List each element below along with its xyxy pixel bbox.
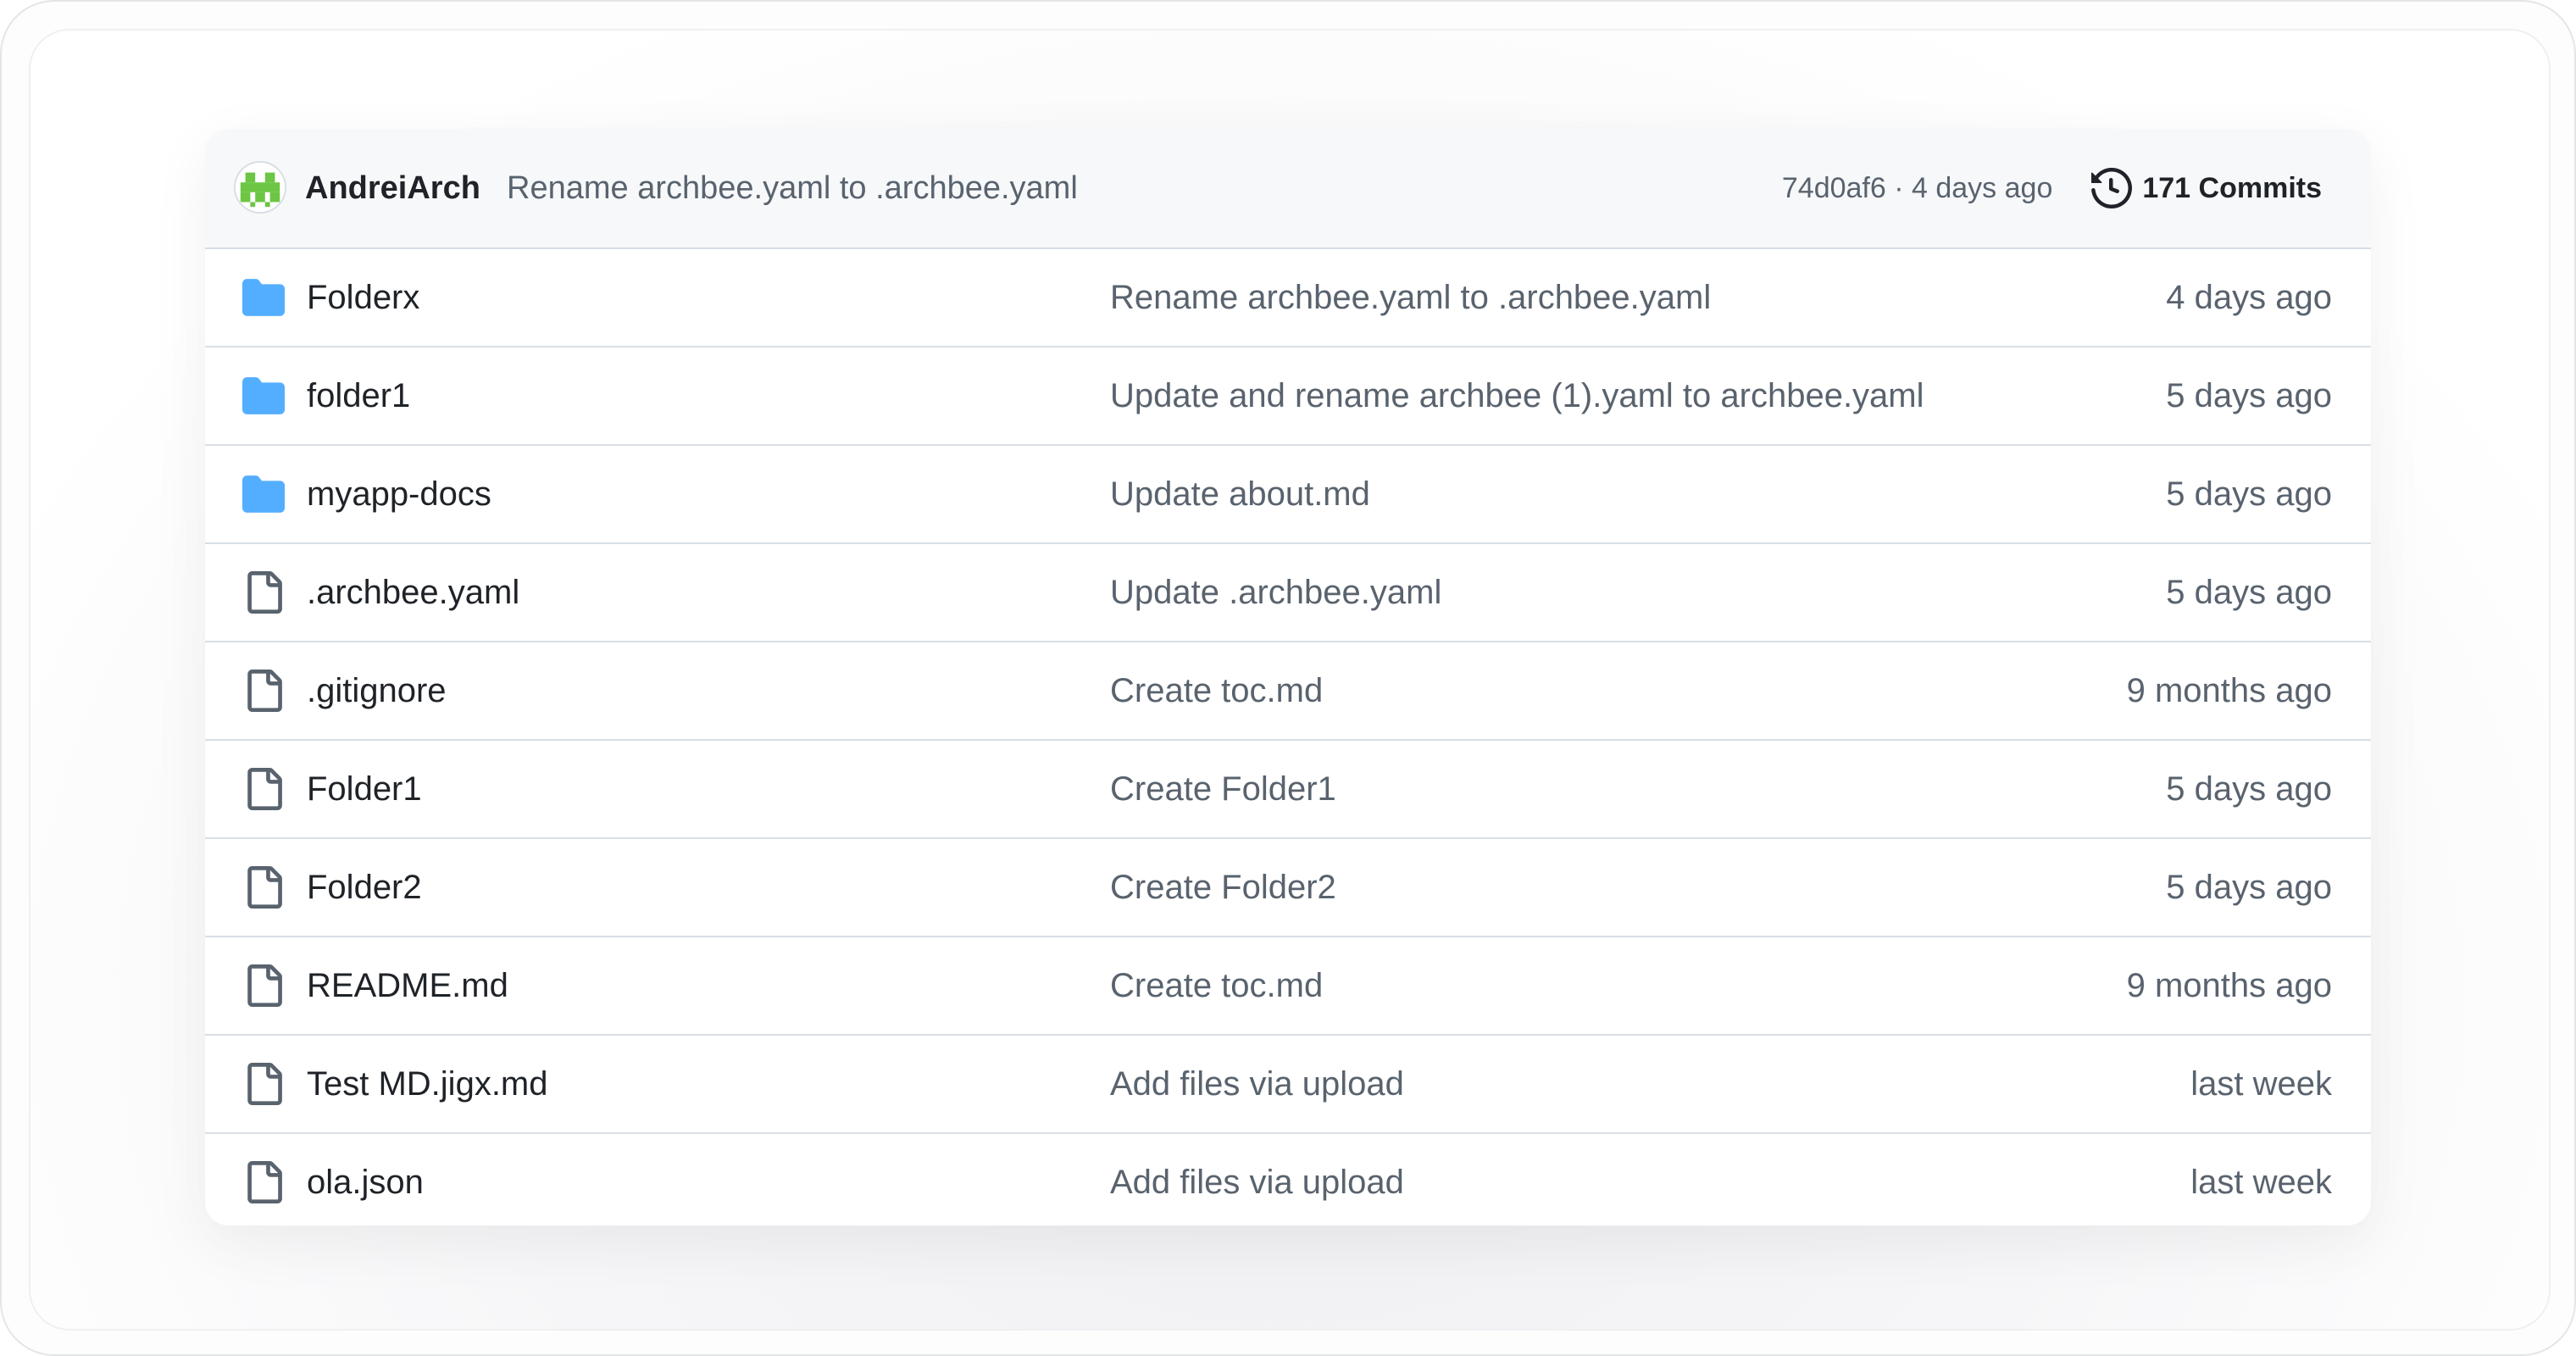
file-row[interactable]: folder1 Update and rename archbee (1).ya… bbox=[205, 347, 2371, 446]
file-name-link[interactable]: myapp-docs bbox=[307, 475, 491, 514]
file-commit-age: 9 months ago bbox=[2126, 672, 2332, 709]
commits-count-link[interactable]: 171 Commits bbox=[2142, 170, 2322, 207]
file-commit-age: 5 days ago bbox=[2166, 869, 2332, 906]
file-row[interactable]: .gitignore Create toc.md 9 months ago bbox=[205, 642, 2371, 741]
file-icon bbox=[242, 670, 285, 712]
file-icon bbox=[242, 964, 285, 1007]
file-name-link[interactable]: .gitignore bbox=[307, 671, 447, 710]
file-icon bbox=[242, 768, 285, 810]
file-commit-age: 5 days ago bbox=[2166, 574, 2332, 611]
file-commit-age: 4 days ago bbox=[2166, 279, 2332, 316]
file-commit-age: last week bbox=[2190, 1065, 2332, 1103]
history-icon[interactable] bbox=[2091, 167, 2133, 209]
file-row[interactable]: README.md Create toc.md 9 months ago bbox=[205, 937, 2371, 1036]
file-commit-message-link[interactable]: Create toc.md bbox=[1110, 966, 1323, 1005]
file-commit-message-link[interactable]: Rename archbee.yaml to .archbee.yaml bbox=[1110, 278, 1711, 317]
file-commit-message-link[interactable]: Create toc.md bbox=[1110, 671, 1323, 710]
file-icon bbox=[242, 571, 285, 614]
file-commit-message-link[interactable]: Add files via upload bbox=[1110, 1064, 1404, 1103]
file-row[interactable]: Folder1 Create Folder1 5 days ago bbox=[205, 741, 2371, 839]
file-name-link[interactable]: Folder2 bbox=[307, 868, 422, 907]
file-icon bbox=[242, 1063, 285, 1105]
folder-icon bbox=[242, 276, 285, 319]
file-list: Folderx Rename archbee.yaml to .archbee.… bbox=[205, 249, 2371, 1225]
file-name-link[interactable]: Test MD.jigx.md bbox=[307, 1064, 548, 1103]
file-commit-age: 5 days ago bbox=[2166, 770, 2332, 808]
file-row[interactable]: Folderx Rename archbee.yaml to .archbee.… bbox=[205, 249, 2371, 347]
commit-sha-and-age[interactable]: 74d0af6 · 4 days ago bbox=[1782, 170, 2052, 207]
file-commit-message-link[interactable]: Update and rename archbee (1).yaml to ar… bbox=[1110, 376, 1924, 415]
file-commit-age: 9 months ago bbox=[2126, 967, 2332, 1004]
file-icon bbox=[242, 866, 285, 909]
identicon-avatar-icon bbox=[236, 163, 285, 212]
file-row[interactable]: ola.json Add files via upload last week bbox=[205, 1134, 2371, 1225]
file-name-link[interactable]: Folder1 bbox=[307, 770, 422, 809]
commit-author-link[interactable]: AndreiArch bbox=[305, 170, 480, 207]
file-row[interactable]: .archbee.yaml Update .archbee.yaml 5 day… bbox=[205, 544, 2371, 642]
file-name-link[interactable]: Folderx bbox=[307, 278, 419, 317]
repo-file-browser: AndreiArch Rename archbee.yaml to .archb… bbox=[205, 129, 2371, 1225]
file-commit-message-link[interactable]: Update about.md bbox=[1110, 475, 1370, 514]
folder-icon bbox=[242, 375, 285, 417]
file-row[interactable]: Test MD.jigx.md Add files via upload las… bbox=[205, 1036, 2371, 1134]
file-commit-message-link[interactable]: Update .archbee.yaml bbox=[1110, 573, 1441, 612]
file-commit-message-link[interactable]: Create Folder2 bbox=[1110, 868, 1336, 907]
author-avatar[interactable] bbox=[234, 161, 286, 214]
latest-commit-header: AndreiArch Rename archbee.yaml to .archb… bbox=[205, 129, 2371, 249]
commit-meta: 74d0af6 · 4 days ago 171 Commits bbox=[1782, 167, 2322, 209]
file-commit-age: 5 days ago bbox=[2166, 377, 2332, 414]
file-commit-age: 5 days ago bbox=[2166, 475, 2332, 513]
latest-commit-message-link[interactable]: Rename archbee.yaml to .archbee.yaml bbox=[507, 170, 1078, 207]
file-name-link[interactable]: ola.json bbox=[307, 1163, 424, 1202]
file-name-link[interactable]: README.md bbox=[307, 966, 508, 1005]
file-name-link[interactable]: .archbee.yaml bbox=[307, 573, 519, 612]
file-commit-message-link[interactable]: Add files via upload bbox=[1110, 1163, 1404, 1202]
folder-icon bbox=[242, 473, 285, 515]
file-row[interactable]: myapp-docs Update about.md 5 days ago bbox=[205, 446, 2371, 544]
file-icon bbox=[242, 1161, 285, 1203]
file-row[interactable]: Folder2 Create Folder2 5 days ago bbox=[205, 839, 2371, 937]
file-name-link[interactable]: folder1 bbox=[307, 376, 410, 415]
file-commit-message-link[interactable]: Create Folder1 bbox=[1110, 770, 1336, 809]
file-commit-age: last week bbox=[2190, 1164, 2332, 1201]
